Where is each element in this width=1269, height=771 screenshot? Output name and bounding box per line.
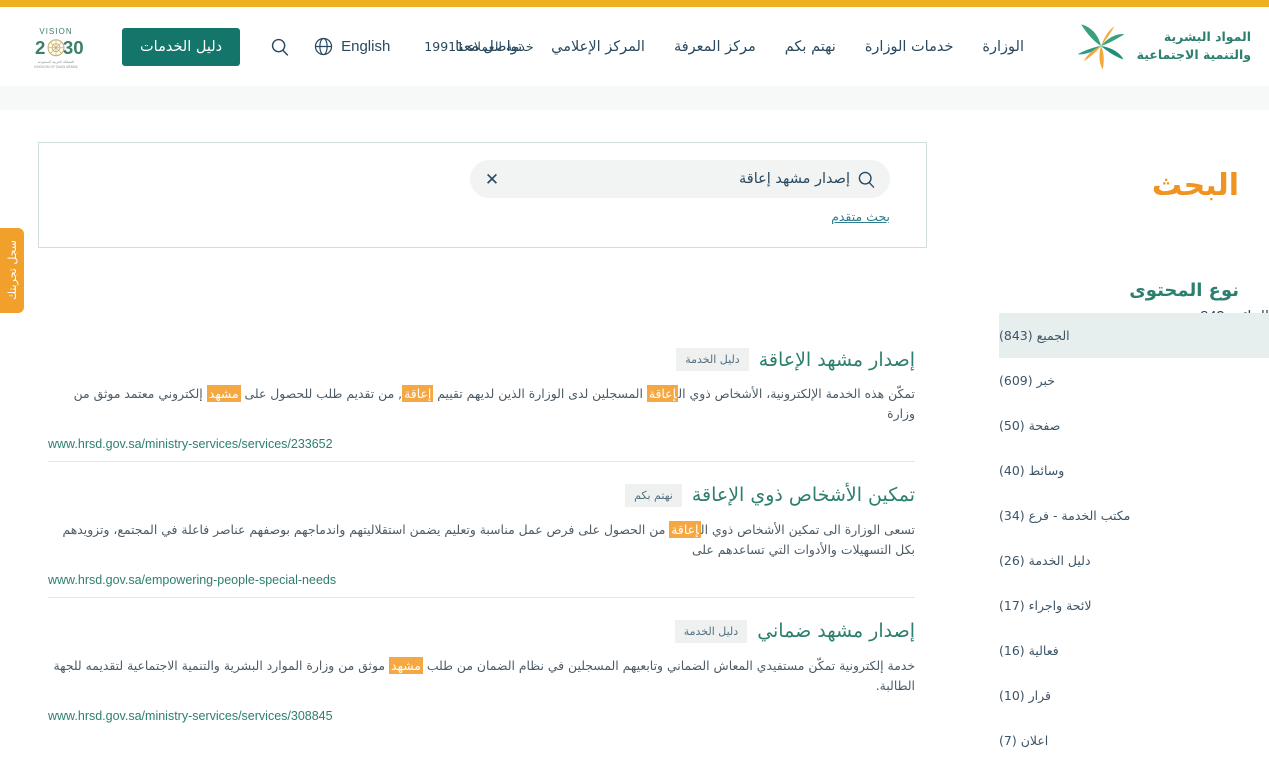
clear-search-icon[interactable]: ✕ (477, 164, 507, 194)
result-title[interactable]: إصدار مشهد ضماني (757, 620, 915, 642)
result-type-badge: دليل الخدمة (676, 348, 749, 371)
search-icon[interactable] (856, 169, 877, 190)
search-result-item: تمكين الأشخاص ذوي الإعاقة نهتم بكم تسعى ال… (48, 460, 915, 597)
ministry-logo-text: المواد البشرية والتنمية الاجتماعية (1136, 28, 1252, 62)
result-header: إصدار مشهد ضماني دليل الخدمة (48, 619, 915, 643)
filter-media[interactable]: وسائط (40) (999, 448, 1269, 493)
header-divider-band (0, 86, 1269, 110)
result-url[interactable]: www.hrsd.gov.sa/empowering-people-specia… (48, 573, 915, 587)
filter-regulation-procedure[interactable]: لائحة واجراء (17) (999, 583, 1269, 628)
search-field-wrapper: ✕ (470, 160, 890, 198)
filter-announcement[interactable]: اعلان (7) (999, 718, 1269, 763)
search-term-highlight: إعاقة (402, 385, 434, 402)
description-text: خدمة إلكترونية تمكّن مستفيدي المعاش الضم… (422, 657, 915, 673)
description-text: المسجلين لدى الوزارة الذين لديهم تقييم (433, 386, 647, 401)
ministry-logo[interactable]: المواد البشرية والتنمية الاجتماعية (1074, 15, 1251, 77)
svg-text:30: 30 (63, 37, 84, 58)
search-term-highlight: إعاقة (669, 520, 701, 538)
nav-ministry[interactable]: الوزارة (982, 39, 1024, 55)
search-term-highlight: إعاقة (646, 385, 679, 402)
record-your-experience-tab[interactable]: سجل تجربتك (0, 228, 24, 313)
top-accent-bar (0, 0, 1269, 7)
svg-text:المملكة العربية السعودية: المملكة العربية السعودية (38, 59, 75, 63)
advanced-search-link[interactable]: بحث متقدم (831, 209, 890, 224)
result-type-badge: نهتم بكم (625, 483, 682, 507)
header-utility-cluster: خدمة العملاء 19911 English دليل الخدمات … (0, 7, 533, 86)
content-type-filters: نوع المحتوى الجميع (843) خبر (609) صفحة (5… (999, 280, 1269, 763)
nav-media-center[interactable]: المركز الإعلامي (551, 39, 645, 55)
services-guide-button[interactable]: دليل الخدمات (122, 27, 241, 66)
filter-decision[interactable]: قرار (10) (999, 673, 1269, 718)
result-title[interactable]: إصدار مشهد الإعاقة (759, 349, 915, 371)
search-term-highlight: مشهد (388, 656, 423, 674)
svg-text:KINGDOM OF SAUDI ARABIA: KINGDOM OF SAUDI ARABIA (34, 64, 78, 68)
nav-we-care[interactable]: نهتم بكم (785, 39, 836, 55)
nav-knowledge-center[interactable]: مركز المعرفة (674, 39, 756, 55)
filter-service-office-branch[interactable]: مكتب الخدمة - فرع (34) (999, 493, 1269, 538)
search-result-item: إصدار مشهد ضماني دليل الخدمة خدمة إلكتروني… (48, 596, 915, 733)
side-tab-label: سجل تجربتك (5, 240, 19, 301)
filter-service-guide[interactable]: دليل الخدمة (26) (999, 538, 1269, 583)
result-type-badge: دليل الخدمة (674, 619, 748, 643)
svg-text:2: 2 (35, 37, 45, 58)
ministry-logo-mark (1077, 24, 1125, 70)
filter-news[interactable]: خبر (609) (999, 358, 1269, 403)
globe-icon (314, 37, 333, 56)
result-description: تمكّن هذه الخدمة الإلكترونية، الأشخاص ذو… (48, 384, 915, 425)
description-text: تمكّن هذه الخدمة الإلكترونية، الأشخاص ذو… (678, 386, 915, 401)
filter-all[interactable]: الجميع (843) (999, 313, 1269, 358)
language-switcher[interactable]: English (313, 36, 390, 57)
result-description: خدمة إلكترونية تمكّن مستفيدي المعاش الضم… (48, 656, 915, 697)
filters-title: نوع المحتوى (1129, 280, 1239, 301)
vision-2030-logo[interactable]: VISION 2 30 المملكة العربية السعودية KIN… (20, 24, 92, 70)
search-panel: ✕ بحث متقدم (38, 142, 927, 248)
result-header: إصدار مشهد الإعاقة دليل الخدمة (48, 348, 915, 371)
search-results-list: إصدار مشهد الإعاقة دليل الخدمة تمكّن هذه ا… (48, 348, 915, 733)
search-input[interactable] (507, 171, 856, 187)
result-url[interactable]: www.hrsd.gov.sa/ministry-services/servic… (48, 437, 915, 451)
filter-event[interactable]: فعالية (16) (999, 628, 1269, 673)
description-text: , من تقديم طلب للحصول على (240, 386, 403, 401)
filter-page[interactable]: صفحة (50) (999, 403, 1269, 448)
site-header: المواد البشرية والتنمية الاجتماعية الوزا… (0, 7, 1269, 86)
result-url[interactable]: www.hrsd.gov.sa/ministry-services/servic… (48, 709, 915, 723)
search-icon[interactable] (269, 36, 291, 58)
page-title: البحث (1151, 168, 1239, 203)
filters-list: الجميع (843) خبر (609) صفحة (50) وسائط (40)… (999, 313, 1269, 763)
result-header: تمكين الأشخاص ذوي الإعاقة نهتم بكم (48, 483, 915, 507)
search-result-item: إصدار مشهد الإعاقة دليل الخدمة تمكّن هذه ا… (48, 348, 915, 461)
customer-service-number[interactable]: خدمة العملاء 19911 (424, 39, 533, 54)
description-text: تسعى الوزارة الى تمكين الأشخاص ذوي ال (700, 521, 915, 537)
language-label: English (341, 38, 391, 55)
nav-ministry-services[interactable]: خدمات الوزارة (865, 39, 954, 55)
svg-text:VISION: VISION (39, 27, 72, 36)
primary-navigation: الوزارة خدمات الوزارة نهتم بكم مركز المع… (455, 7, 1024, 86)
search-term-highlight: مشهد (206, 385, 241, 402)
result-description: تسعى الوزارة الى تمكين الأشخاص ذوي الإعا… (48, 520, 915, 561)
result-title[interactable]: تمكين الأشخاص ذوي الإعاقة (692, 484, 915, 506)
